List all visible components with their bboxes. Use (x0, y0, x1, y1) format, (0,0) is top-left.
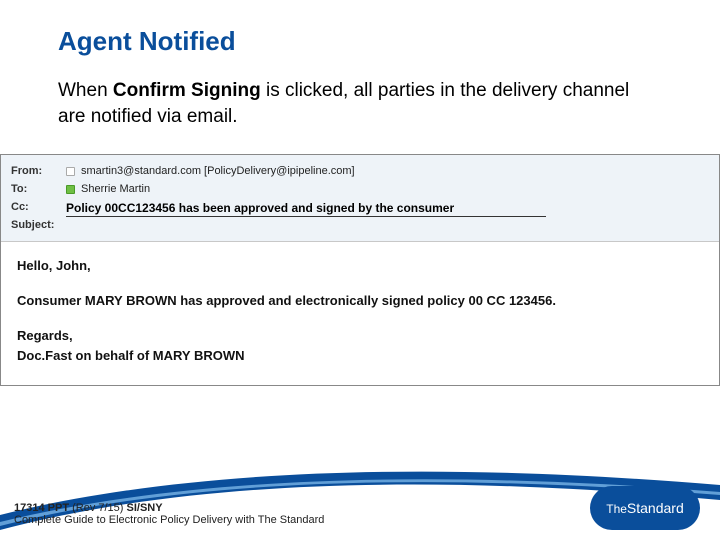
presence-icon (66, 185, 75, 194)
header-labels: From: To: Cc: Subject: (1, 155, 66, 241)
slide-title: Agent Notified (58, 26, 236, 57)
label-subject: Subject: (11, 216, 66, 234)
footer-code2: SI/SNY (127, 502, 163, 514)
logo-text: TheStandard (606, 500, 684, 516)
presence-icon (66, 167, 75, 176)
logo-brand: Standard (627, 500, 684, 516)
footer-code1: 17314 PPT (14, 502, 69, 514)
closing-regards: Regards, (17, 328, 73, 343)
slide-footer: 17314 PPT (Rev 7/15) SI/SNY Complete Gui… (14, 502, 324, 526)
footer-line1: 17314 PPT (Rev 7/15) SI/SNY (14, 502, 324, 514)
body-closing: Regards, Doc.Fast on behalf of MARY BROW… (17, 326, 703, 368)
logo-the: The (606, 502, 627, 516)
header-values: smartin3@standard.com [PolicyDelivery@ip… (66, 155, 719, 241)
email-screenshot: From: To: Cc: Subject: smartin3@standard… (0, 154, 720, 386)
desc-pre: When (58, 80, 113, 101)
desc-bold: Confirm Signing (113, 80, 261, 101)
email-header: From: To: Cc: Subject: smartin3@standard… (1, 155, 719, 242)
to-row: Sherrie Martin (66, 180, 719, 198)
body-line1: Consumer MARY BROWN has approved and ele… (17, 291, 703, 312)
brand-logo: TheStandard (590, 486, 700, 530)
subject-row (66, 201, 719, 217)
closing-sender: Doc.Fast on behalf of MARY BROWN (17, 348, 245, 363)
label-from: From: (11, 162, 66, 180)
footer-rev: (Rev 7/15) (69, 502, 126, 514)
body-greeting: Hello, John, (17, 256, 703, 277)
label-cc: Cc: (11, 198, 66, 216)
subject-input[interactable] (66, 201, 546, 217)
from-value: smartin3@standard.com [PolicyDelivery@ip… (81, 162, 355, 180)
footer-line2: Complete Guide to Electronic Policy Deli… (14, 514, 324, 526)
email-body: Hello, John, Consumer MARY BROWN has app… (1, 242, 719, 385)
to-value: Sherrie Martin (81, 180, 150, 198)
from-row: smartin3@standard.com [PolicyDelivery@ip… (66, 162, 719, 180)
slide-description: When Confirm Signing is clicked, all par… (58, 78, 658, 129)
label-to: To: (11, 180, 66, 198)
